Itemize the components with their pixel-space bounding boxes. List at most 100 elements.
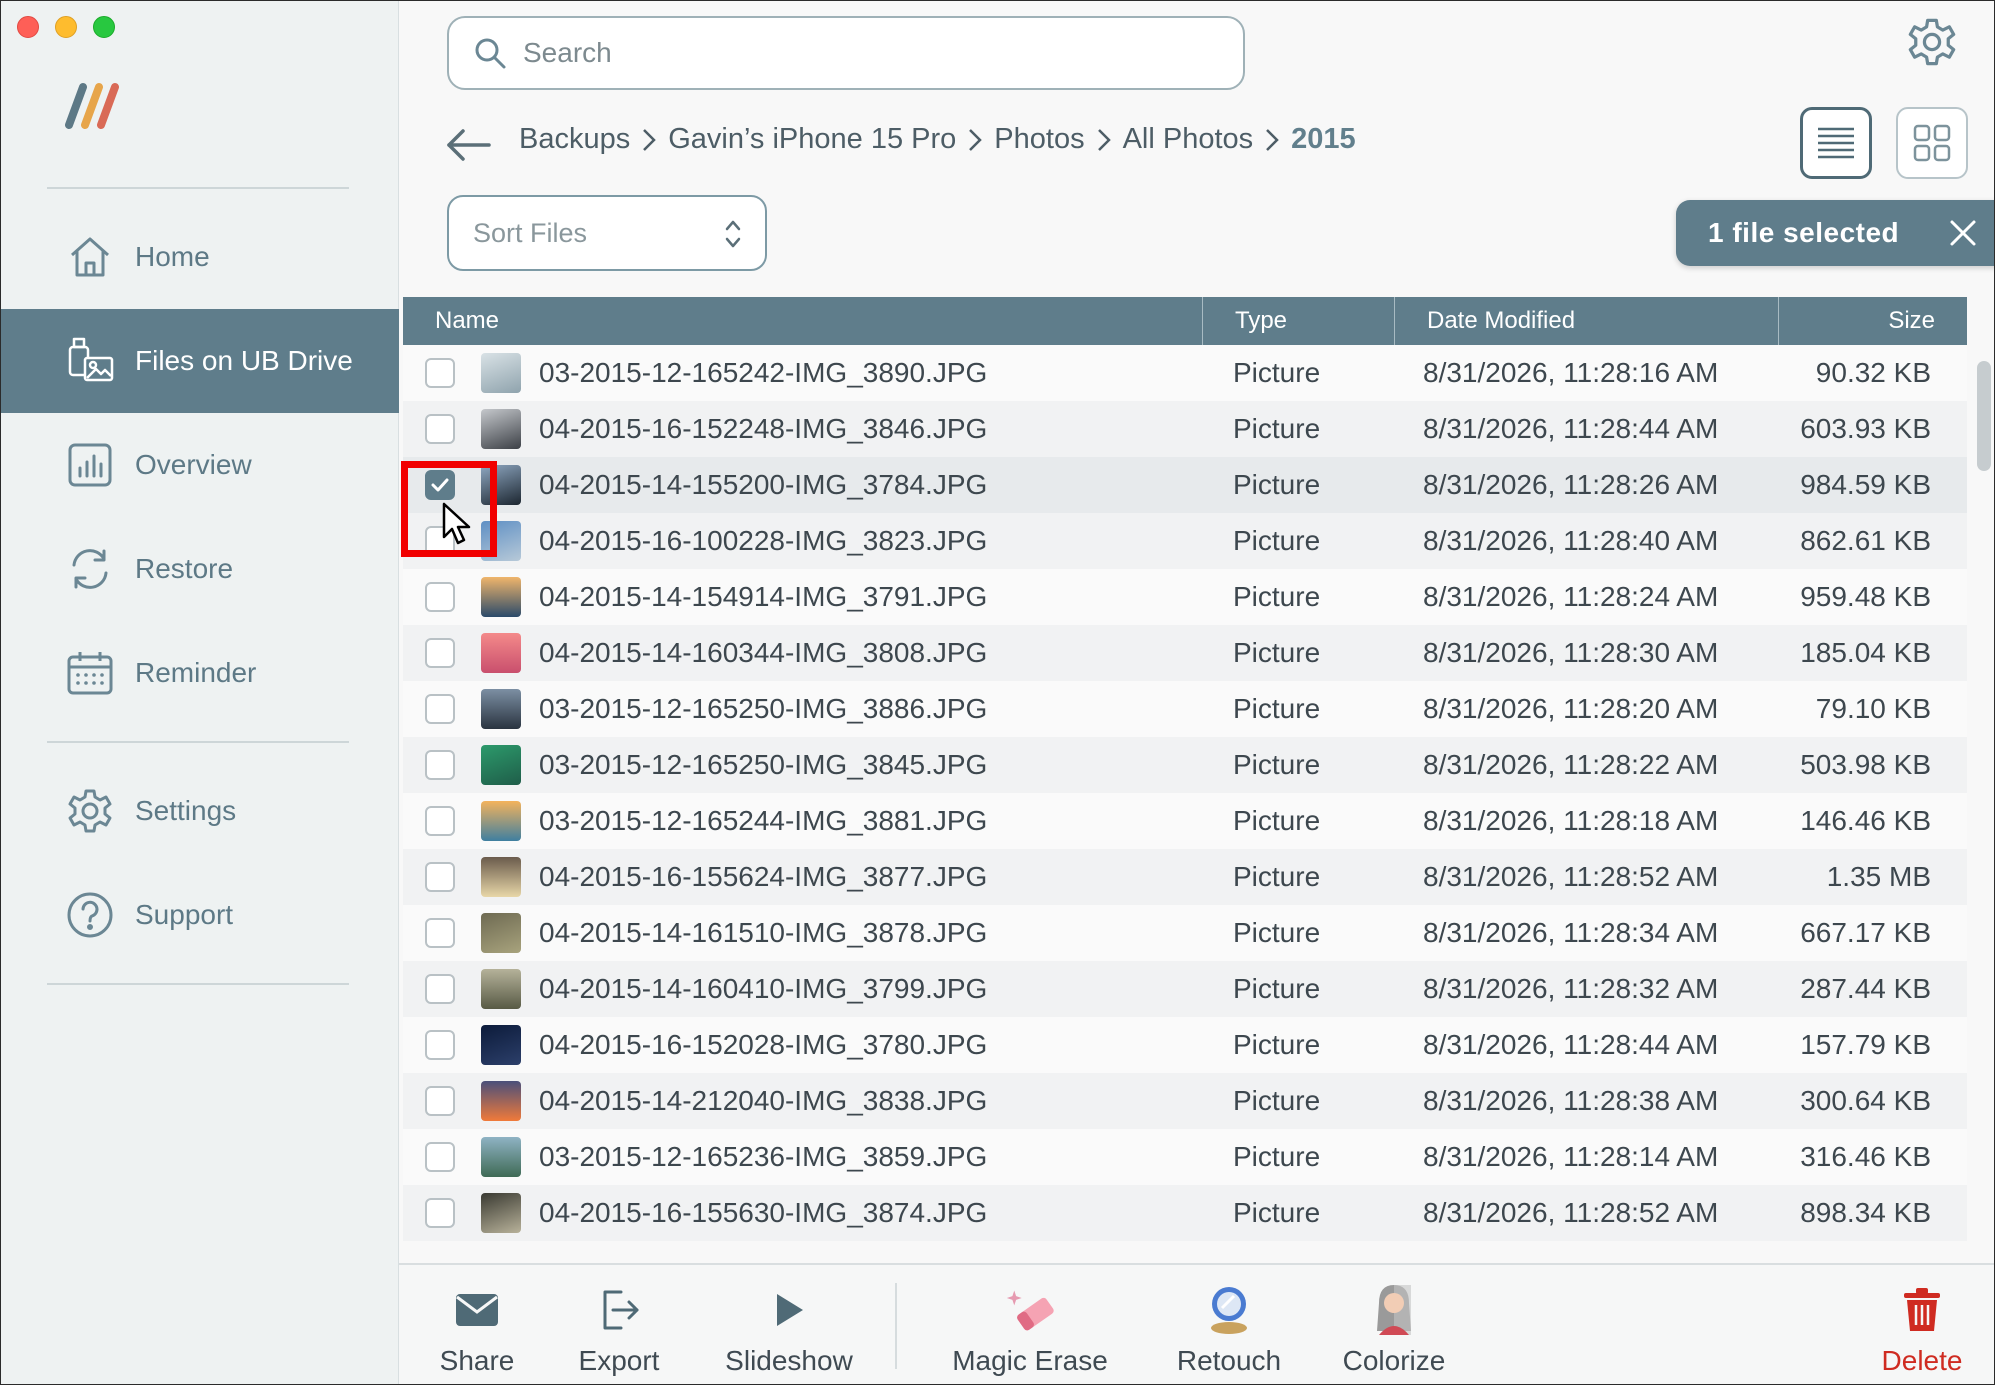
file-date-modified: 8/31/2026, 11:28:30 AM (1423, 637, 1719, 668)
file-date-modified: 8/31/2026, 11:28:52 AM (1423, 1197, 1719, 1228)
file-date-modified: 8/31/2026, 11:28:16 AM (1423, 357, 1719, 388)
colorize-button[interactable]: Colorize (1329, 1265, 1459, 1384)
selection-badge: 1 file selected (1676, 200, 1994, 266)
table-row[interactable]: 04-2015-14-161510-IMG_3878.JPG Picture 8/3… (403, 905, 1967, 961)
breadcrumb-item[interactable]: Backups (519, 123, 630, 156)
table-row[interactable]: 04-2015-16-152028-IMG_3780.JPG Picture 8/3… (403, 1017, 1967, 1073)
search-placeholder: Search (523, 37, 612, 68)
file-size: 984.59 KB (1800, 469, 1931, 500)
table-row[interactable]: 03-2015-12-165250-IMG_3886.JPG Picture 8/3… (403, 681, 1967, 737)
file-size: 667.17 KB (1800, 917, 1931, 948)
delete-button[interactable]: Delete (1867, 1265, 1977, 1384)
file-date-modified: 8/31/2026, 11:28:14 AM (1423, 1141, 1719, 1172)
row-checkbox[interactable] (425, 750, 455, 780)
settings-gear-icon[interactable] (1906, 16, 1958, 68)
breadcrumb-item[interactable]: Gavin’s iPhone 15 Pro (668, 123, 956, 156)
column-header-name[interactable]: Name (403, 297, 1203, 345)
table-row[interactable]: 03-2015-12-165250-IMG_3845.JPG Picture 8/3… (403, 737, 1967, 793)
close-window-button[interactable] (17, 16, 39, 38)
table-row[interactable]: 03-2015-12-165242-IMG_3890.JPG Picture 8/3… (403, 345, 1967, 401)
slideshow-button[interactable]: Slideshow (709, 1265, 869, 1384)
row-checkbox[interactable] (425, 694, 455, 724)
close-icon[interactable] (1946, 216, 1980, 250)
row-checkbox[interactable] (425, 918, 455, 948)
table-row[interactable]: 03-2015-12-165236-IMG_3859.JPG Picture 8/3… (403, 1129, 1967, 1185)
sidebar: Home Files on UB Drive Overview Restore … (1, 1, 399, 1384)
app-logo-icon (65, 83, 119, 129)
file-date-modified: 8/31/2026, 11:28:40 AM (1423, 525, 1719, 556)
row-checkbox[interactable] (425, 862, 455, 892)
share-button[interactable]: Share (427, 1265, 527, 1384)
column-header-size[interactable]: Size (1779, 297, 1967, 345)
chevron-right-icon (1097, 128, 1111, 151)
file-name: 03-2015-12-165244-IMG_3881.JPG (539, 805, 988, 836)
row-checkbox[interactable] (425, 1030, 455, 1060)
search-input[interactable]: Search (447, 16, 1245, 90)
row-checkbox[interactable] (425, 1086, 455, 1116)
column-header-date-modified[interactable]: Date Modified (1395, 297, 1779, 345)
sidebar-item-overview[interactable]: Overview (1, 413, 399, 517)
row-checkbox[interactable] (425, 1198, 455, 1228)
sort-files-select[interactable]: Sort Files (447, 195, 767, 271)
column-header-type[interactable]: Type (1203, 297, 1395, 345)
table-row[interactable]: 04-2015-16-155624-IMG_3877.JPG Picture 8/3… (403, 849, 1967, 905)
sidebar-item-support[interactable]: Support (1, 863, 399, 967)
photo-thumbnail (481, 689, 521, 729)
file-size: 90.32 KB (1815, 357, 1931, 388)
sidebar-divider (47, 741, 349, 743)
table-row[interactable]: 04-2015-14-160410-IMG_3799.JPG Picture 8/3… (403, 961, 1967, 1017)
breadcrumb-item[interactable]: All Photos (1123, 123, 1254, 156)
play-icon (764, 1285, 814, 1335)
export-button[interactable]: Export (569, 1265, 669, 1384)
file-date-modified: 8/31/2026, 11:28:18 AM (1423, 805, 1719, 836)
sidebar-item-files-on-ub-drive[interactable]: Files on UB Drive (1, 309, 399, 413)
grid-view-button[interactable] (1896, 107, 1968, 179)
retouch-button[interactable]: Retouch (1159, 1265, 1299, 1384)
magic-erase-label: Magic Erase (952, 1345, 1108, 1376)
zoom-window-button[interactable] (93, 16, 115, 38)
scrollbar-thumb[interactable] (1977, 361, 1991, 471)
table-row[interactable]: 03-2015-12-165244-IMG_3881.JPG Picture 8/3… (403, 793, 1967, 849)
minimize-window-button[interactable] (55, 16, 77, 38)
file-size: 862.61 KB (1800, 525, 1931, 556)
list-view-button[interactable] (1800, 107, 1872, 179)
breadcrumb-item[interactable]: Photos (994, 123, 1084, 156)
file-date-modified: 8/31/2026, 11:28:38 AM (1423, 1085, 1719, 1116)
row-checkbox[interactable] (425, 1142, 455, 1172)
share-label: Share (439, 1345, 515, 1376)
row-checkbox[interactable] (425, 806, 455, 836)
sidebar-item-home[interactable]: Home (1, 205, 399, 309)
photo-thumbnail (481, 1081, 521, 1121)
table-row[interactable]: 04-2015-16-152248-IMG_3846.JPG Picture 8/3… (403, 401, 1967, 457)
row-checkbox[interactable] (425, 974, 455, 1004)
row-checkbox[interactable] (425, 582, 455, 612)
trash-icon (1897, 1285, 1947, 1335)
file-date-modified: 8/31/2026, 11:28:22 AM (1423, 749, 1719, 780)
file-name: 03-2015-12-165250-IMG_3886.JPG (539, 693, 988, 724)
sidebar-item-restore[interactable]: Restore (1, 517, 399, 621)
file-name: 04-2015-14-212040-IMG_3838.JPG (539, 1085, 988, 1116)
file-size: 603.93 KB (1800, 413, 1931, 444)
table-row[interactable]: 04-2015-14-155200-IMG_3784.JPG Picture 8/3… (403, 457, 1967, 513)
table-header: Name Type Date Modified Size (403, 297, 1967, 345)
table-row[interactable]: 04-2015-16-155630-IMG_3874.JPG Picture 8/3… (403, 1185, 1967, 1241)
table-row[interactable]: 04-2015-16-100228-IMG_3823.JPG Picture 8/3… (403, 513, 1967, 569)
grid-view-icon (1913, 124, 1951, 162)
file-type: Picture (1233, 1029, 1321, 1060)
sidebar-item-settings[interactable]: Settings (1, 759, 399, 863)
magic-erase-button[interactable]: Magic Erase (939, 1265, 1121, 1384)
portrait-woman-icon (1369, 1285, 1419, 1335)
table-row[interactable]: 04-2015-14-160344-IMG_3808.JPG Picture 8/3… (403, 625, 1967, 681)
row-checkbox[interactable] (425, 414, 455, 444)
row-checkbox[interactable] (425, 358, 455, 388)
table-row[interactable]: 04-2015-14-212040-IMG_3838.JPG Picture 8/3… (403, 1073, 1967, 1129)
file-name: 04-2015-16-155624-IMG_3877.JPG (539, 861, 988, 892)
back-arrow-icon[interactable] (443, 119, 495, 171)
row-checkbox[interactable] (425, 638, 455, 668)
chevron-up-down-icon (725, 220, 741, 248)
table-row[interactable]: 04-2015-14-154914-IMG_3791.JPG Picture 8/3… (403, 569, 1967, 625)
file-type: Picture (1233, 525, 1321, 556)
sidebar-item-reminder[interactable]: Reminder (1, 621, 399, 725)
export-label: Export (578, 1345, 660, 1376)
file-size: 300.64 KB (1800, 1085, 1931, 1116)
